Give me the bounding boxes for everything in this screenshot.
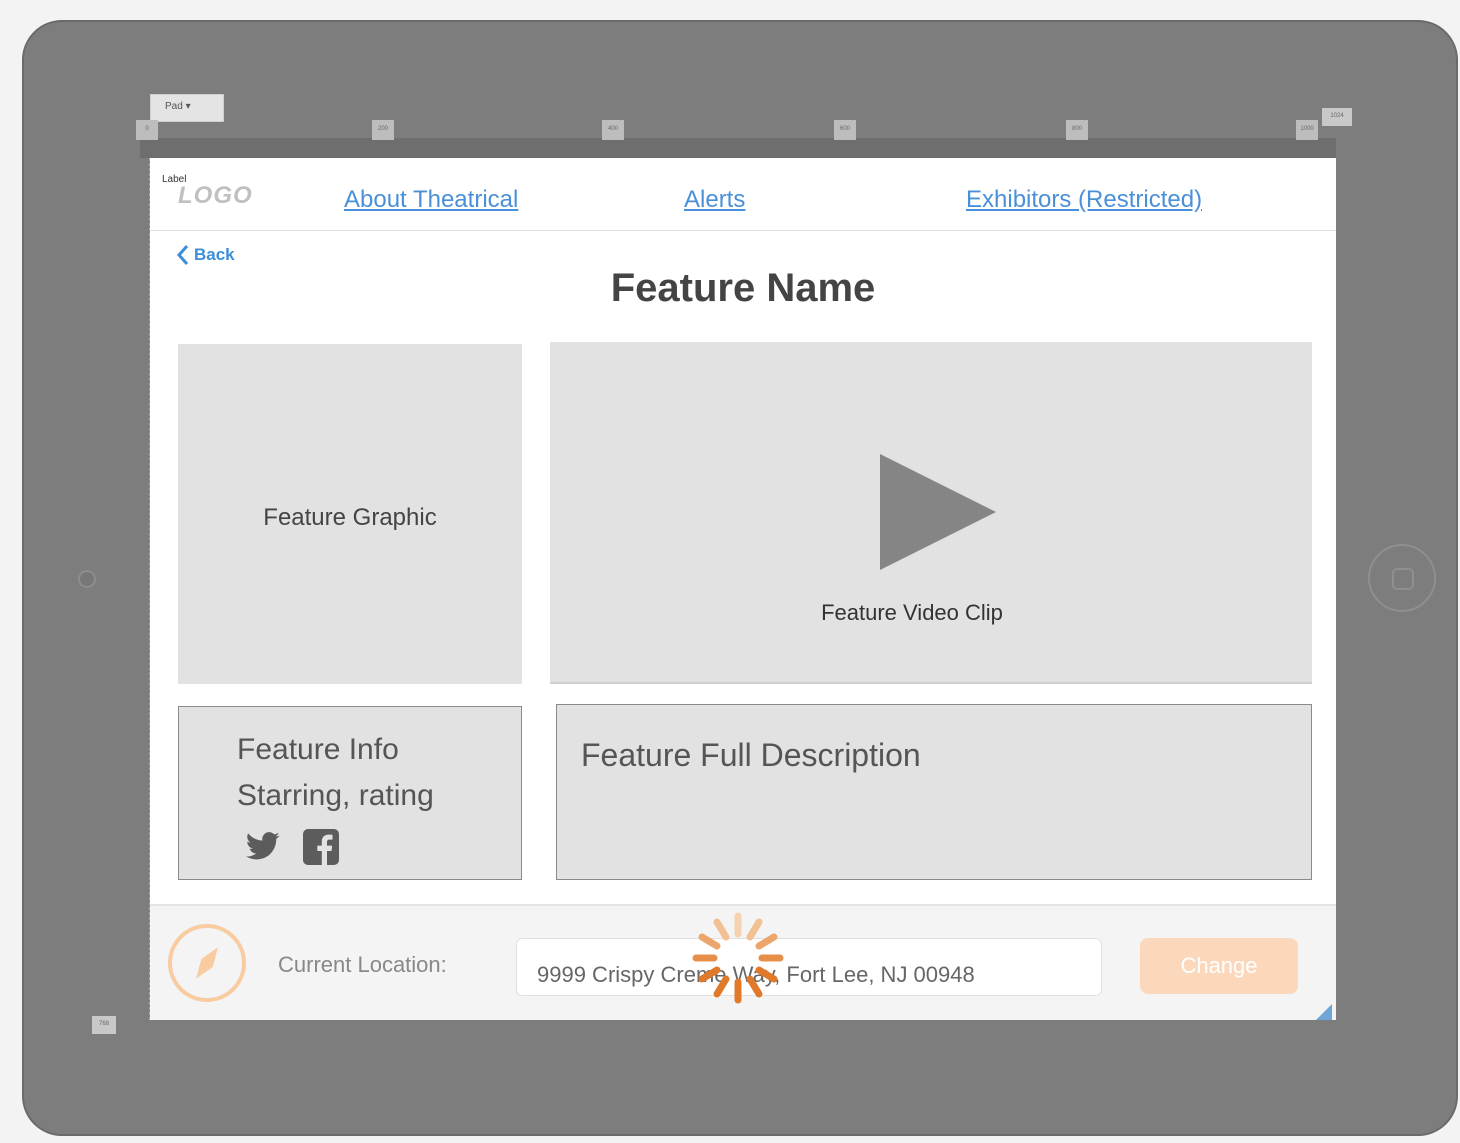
feature-graphic-label: Feature Graphic — [263, 504, 437, 531]
loading-spinner-icon — [692, 912, 784, 1004]
camera-icon — [78, 570, 96, 588]
home-button-icon — [1392, 568, 1414, 590]
location-bar: Current Location: Chang — [150, 904, 1336, 1020]
height-tag: 768 — [92, 1016, 116, 1034]
logo: LOGO — [178, 182, 253, 209]
ruler-tick: 1000 — [1296, 120, 1318, 140]
facebook-icon[interactable] — [303, 829, 339, 865]
page-title: Feature Name — [610, 266, 876, 310]
twitter-icon[interactable] — [245, 829, 281, 865]
ruler-tick: 800 — [1066, 120, 1088, 140]
ruler-tick: 0 — [136, 120, 158, 140]
location-label: Current Location: — [278, 952, 447, 977]
editor-stage: Pad ▾ 0 200 400 600 800 1000 1024 768 La… — [0, 0, 1460, 1143]
feature-info: Feature Info Starring, rating — [178, 706, 522, 880]
nav-link-exhibitors[interactable]: Exhibitors (Restricted) — [966, 186, 1202, 214]
nav-link-alerts[interactable]: Alerts — [684, 186, 745, 214]
compass-needle — [190, 943, 223, 982]
resize-handle-icon[interactable] — [1314, 1004, 1332, 1020]
app-screen: Label LOGO About Theatrical Alerts Exhib… — [150, 158, 1336, 1020]
back-button[interactable]: Back — [176, 244, 235, 266]
change-button[interactable]: Change — [1140, 938, 1298, 994]
location-input[interactable] — [516, 938, 1102, 996]
width-tag: 1024 — [1322, 108, 1352, 126]
feature-video[interactable]: Feature Video Clip — [550, 342, 1312, 684]
back-label: Back — [194, 245, 235, 264]
vertical-ruler — [140, 158, 150, 1020]
feature-info-subtitle: Starring, rating — [237, 779, 434, 812]
play-icon[interactable] — [880, 454, 996, 570]
feature-graphic: Feature Graphic — [178, 344, 522, 684]
feature-description: Feature Full Description — [556, 704, 1312, 880]
horizontal-ruler — [140, 138, 1336, 158]
compass-icon[interactable] — [168, 924, 246, 1002]
ruler-tick: 600 — [834, 120, 856, 140]
device-select[interactable]: Pad ▾ — [150, 94, 224, 122]
ruler-tick: 200 — [372, 120, 394, 140]
nav-link-about[interactable]: About Theatrical — [344, 186, 518, 214]
chevron-left-icon — [176, 245, 189, 265]
ruler-tick: 400 — [602, 120, 624, 140]
feature-info-title: Feature Info — [237, 733, 399, 766]
feature-video-label: Feature Video Clip — [821, 600, 1003, 625]
nav-divider — [150, 230, 1336, 231]
feature-description-label: Feature Full Description — [581, 737, 921, 773]
